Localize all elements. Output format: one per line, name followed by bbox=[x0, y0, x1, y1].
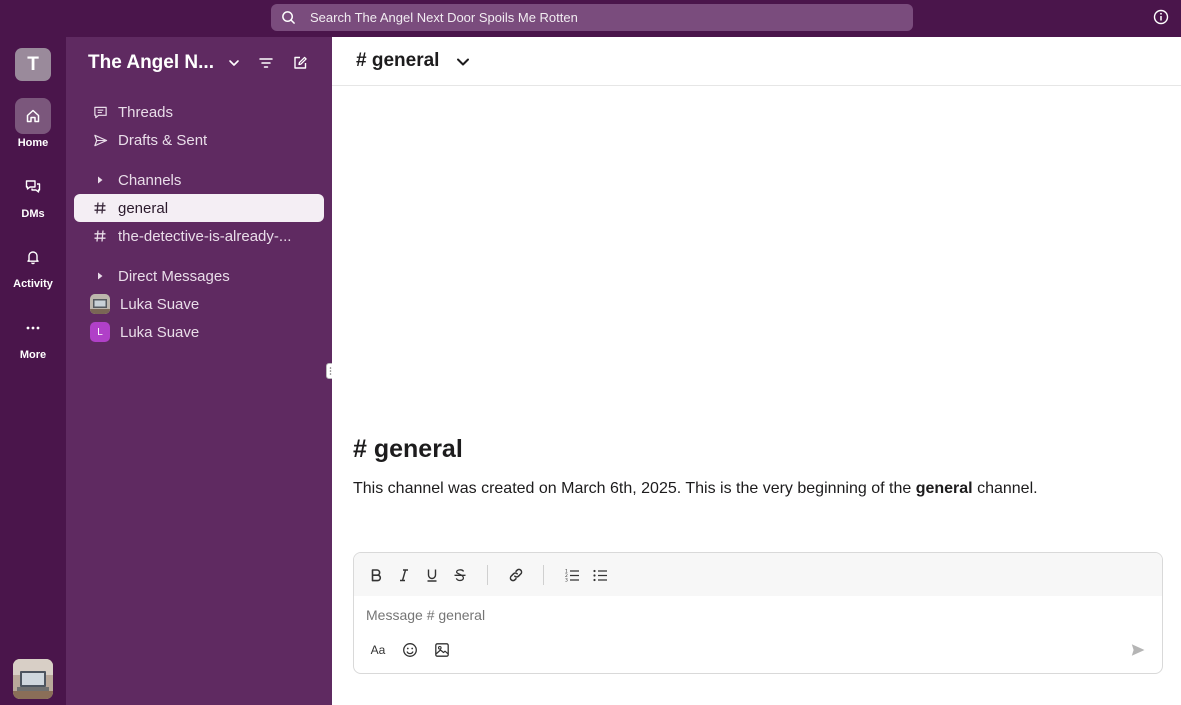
image-upload-icon[interactable] bbox=[433, 641, 451, 659]
message-input[interactable] bbox=[366, 607, 1066, 623]
emoji-icon[interactable] bbox=[401, 641, 419, 659]
more-icon bbox=[26, 326, 40, 330]
bullet-list-icon[interactable] bbox=[591, 566, 609, 584]
channels-section-label: Channels bbox=[118, 171, 182, 189]
text-format-button[interactable]: Aa bbox=[369, 641, 387, 659]
rail-item-activity[interactable]: Activity bbox=[0, 239, 66, 290]
rail-label-home: Home bbox=[17, 137, 49, 149]
channel-sidebar: The Angel N... Threads Drafts & Sent Cha… bbox=[66, 37, 332, 705]
channel-main: # general # general This channel was cre… bbox=[332, 37, 1181, 705]
home-icon bbox=[26, 109, 40, 123]
search-bar[interactable]: Search The Angel Next Door Spoils Me Rot… bbox=[271, 4, 913, 31]
link-icon[interactable] bbox=[507, 566, 525, 584]
channel-intro-text: This channel was created on March 6th, 2… bbox=[353, 480, 1038, 498]
drafts-label: Drafts & Sent bbox=[118, 131, 208, 149]
sidebar-channel-general[interactable]: general bbox=[74, 194, 324, 222]
chevron-down-icon[interactable] bbox=[454, 53, 472, 71]
format-toolbar: 123 bbox=[354, 553, 1162, 596]
dms-section-label: Direct Messages bbox=[118, 267, 230, 285]
user-avatar[interactable] bbox=[13, 659, 53, 699]
rail-label-more: More bbox=[19, 349, 47, 361]
caret-right-icon bbox=[92, 268, 108, 284]
channel-label: general bbox=[118, 199, 169, 217]
filter-icon[interactable] bbox=[257, 54, 275, 72]
send-icon[interactable] bbox=[1129, 641, 1147, 659]
sidebar-channel-detective[interactable]: the-detective-is-already-... bbox=[74, 222, 324, 250]
underline-icon[interactable] bbox=[423, 566, 441, 584]
rail-label-activity: Activity bbox=[13, 278, 53, 290]
rail-item-more[interactable]: More bbox=[0, 310, 66, 361]
bold-icon[interactable] bbox=[367, 566, 385, 584]
search-icon bbox=[280, 10, 296, 26]
hash-icon bbox=[92, 228, 108, 244]
rail-item-home[interactable]: Home bbox=[0, 98, 66, 149]
channel-intro-title: # general bbox=[353, 435, 463, 463]
dms-icon bbox=[25, 180, 41, 193]
rail-label-dms: DMs bbox=[21, 208, 45, 220]
more-button[interactable] bbox=[15, 310, 51, 346]
strikethrough-icon[interactable] bbox=[451, 566, 469, 584]
intro-suffix: channel. bbox=[972, 480, 1038, 497]
toolbar-divider bbox=[543, 565, 544, 585]
threads-icon bbox=[92, 104, 108, 120]
sidebar-dm-luka-photo[interactable]: Luka Suave bbox=[74, 290, 324, 318]
workspace-avatar[interactable]: T bbox=[15, 48, 51, 81]
compose-icon[interactable] bbox=[291, 54, 309, 72]
chevron-down-icon[interactable] bbox=[225, 54, 243, 72]
dms-button[interactable] bbox=[15, 169, 51, 205]
dms-section-toggle[interactable]: Direct Messages bbox=[74, 262, 324, 290]
dm-name: Luka Suave bbox=[120, 323, 200, 341]
message-composer: 123 Aa bbox=[353, 552, 1163, 674]
hash-icon bbox=[92, 200, 108, 216]
svg-text:3: 3 bbox=[565, 578, 568, 584]
sidebar-item-drafts[interactable]: Drafts & Sent bbox=[74, 126, 324, 154]
info-icon[interactable] bbox=[1153, 9, 1169, 25]
dm-avatar-photo bbox=[90, 294, 110, 314]
intro-prefix: This channel was created on March 6th, 2… bbox=[353, 480, 916, 497]
channel-label: the-detective-is-already-... bbox=[118, 227, 292, 245]
threads-label: Threads bbox=[118, 103, 174, 121]
search-placeholder: Search The Angel Next Door Spoils Me Rot… bbox=[310, 10, 578, 25]
caret-right-icon bbox=[92, 172, 108, 188]
home-button[interactable] bbox=[15, 98, 51, 134]
toolbar-divider bbox=[487, 565, 488, 585]
channel-header: # general bbox=[332, 37, 1181, 86]
channel-title[interactable]: # general bbox=[356, 50, 439, 72]
left-rail: T Home DMs Activity More bbox=[0, 37, 66, 705]
dm-name: Luka Suave bbox=[120, 295, 200, 313]
top-bar: Search The Angel Next Door Spoils Me Rot… bbox=[0, 0, 1181, 37]
sidebar-item-threads[interactable]: Threads bbox=[74, 98, 324, 126]
rail-item-dms[interactable]: DMs bbox=[0, 169, 66, 220]
intro-channel-name: general bbox=[915, 480, 973, 497]
activity-button[interactable] bbox=[15, 239, 51, 275]
workspace-name[interactable]: The Angel N... bbox=[88, 52, 214, 74]
channels-section-toggle[interactable]: Channels bbox=[74, 166, 324, 194]
send-icon bbox=[92, 132, 108, 148]
dm-avatar-initial: L bbox=[90, 322, 110, 342]
bell-icon bbox=[27, 251, 39, 265]
ordered-list-icon[interactable]: 123 bbox=[563, 566, 581, 584]
italic-icon[interactable] bbox=[395, 566, 413, 584]
sidebar-dm-luka-initial[interactable]: L Luka Suave bbox=[74, 318, 324, 346]
